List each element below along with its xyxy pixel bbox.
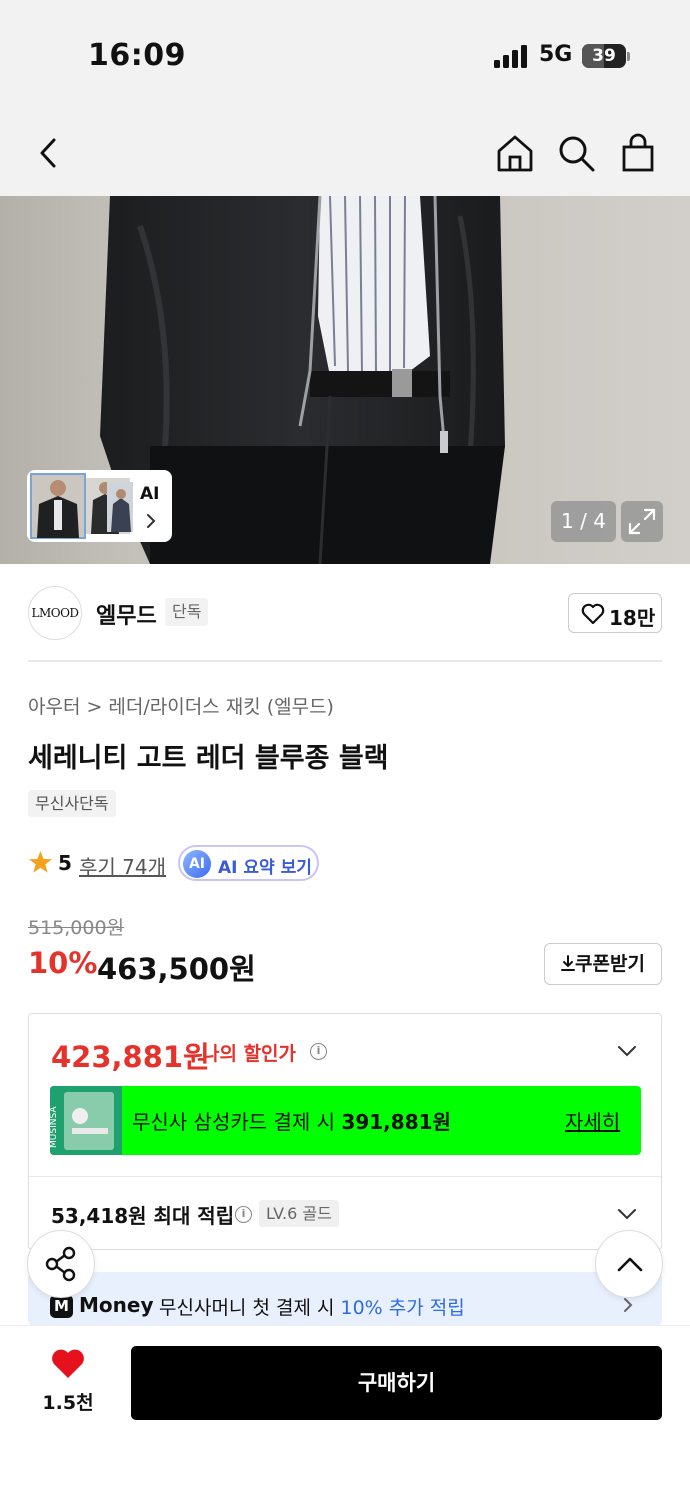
money-promo-prefix: 무신사머니 첫 결제 시 [159, 1297, 341, 1319]
shopping-bag-icon[interactable] [617, 132, 659, 174]
download-icon [561, 955, 576, 971]
heart-outline-icon [581, 603, 605, 625]
my-discount-price: 423,881원 [51, 1040, 210, 1074]
original-price: 515,000원 [28, 917, 125, 939]
product-title: 세레니티 고트 레더 블루종 블랙 [28, 743, 389, 774]
buy-button[interactable]: 구매하기 [131, 1346, 662, 1420]
discount-rate: 10% [28, 946, 98, 980]
brand-row: LMOOD 엘무드 단독 18만 [0, 580, 690, 650]
svg-text:MUSINSA: MUSINSA [50, 1106, 59, 1148]
card-discount-price: 391,881원 [341, 1110, 451, 1134]
breadcrumb-item-category[interactable]: 레더/라이더스 재킷 (엘무드) [108, 696, 334, 718]
rating-value: 5 [58, 851, 72, 875]
brand-logo[interactable]: LMOOD [28, 586, 82, 640]
member-level-tag: LV.6 골드 [259, 1200, 339, 1227]
status-time: 16:09 [88, 38, 186, 73]
chevron-down-icon[interactable] [617, 1045, 637, 1057]
network-type: 5G [539, 42, 573, 67]
chevron-down-icon[interactable] [617, 1208, 637, 1220]
card-detail-link[interactable]: 자세히 [565, 1106, 620, 1135]
musinsa-money-banner[interactable]: M Money 무신사머니 첫 결제 시 10% 추가 적립 [28, 1272, 662, 1326]
review-link[interactable]: 후기 74개 [79, 851, 166, 880]
expand-icon[interactable] [621, 501, 663, 542]
info-icon[interactable]: i [310, 1043, 327, 1060]
brand-like-count: 18만 [609, 606, 656, 630]
chevron-right-icon [147, 514, 156, 528]
money-promo-highlight: 10% 추가 적립 [340, 1297, 465, 1319]
brand-like-button[interactable]: 18만 [568, 593, 662, 633]
wishlist-button[interactable]: 1.5천 [28, 1348, 108, 1418]
breadcrumb: 아우터 > 레더/라이더스 재킷 (엘무드) [28, 692, 334, 719]
chevron-up-icon [617, 1257, 643, 1272]
breadcrumb-separator-icon: > [86, 696, 103, 718]
search-icon[interactable] [555, 132, 597, 174]
image-counter: 1 / 4 [551, 501, 616, 542]
brand-exclusive-tag: 단독 [165, 598, 209, 626]
coupon-download-label: 쿠폰받기 [575, 953, 645, 975]
info-icon[interactable]: i [235, 1206, 252, 1223]
card-discount-prefix: 무신사 삼성카드 결제 시 [132, 1110, 342, 1134]
divider [28, 660, 662, 662]
scroll-top-button[interactable] [595, 1230, 663, 1298]
ai-badge-icon: AI [183, 850, 211, 878]
share-icon [45, 1246, 76, 1282]
brand-name[interactable]: 엘무드 [96, 598, 157, 630]
status-bar: 16:09 5G 39 [0, 0, 690, 110]
card-discount-text: 무신사 삼성카드 결제 시 391,881원 [132, 1106, 451, 1135]
home-icon[interactable] [494, 132, 536, 174]
samsung-card-banner[interactable]: MUSINSA 무신사 삼성카드 결제 시 391,881원 자세히 [50, 1086, 641, 1155]
sale-price: 463,500원 [97, 952, 256, 986]
thumbnail-images [30, 473, 133, 539]
battery-tip [627, 52, 630, 61]
musinsa-card-image: MUSINSA [50, 1086, 122, 1155]
star-icon [29, 851, 52, 873]
divider [29, 1176, 661, 1177]
share-button[interactable] [27, 1230, 95, 1298]
signal-icon [494, 44, 530, 68]
heart-filled-icon [52, 1349, 84, 1378]
rating-row: 5 후기 74개 AI AI 요약 보기 [28, 845, 668, 881]
max-points: 53,418원 최대 적립 [51, 1204, 235, 1228]
ai-lookbook-thumbnail[interactable]: AI [27, 470, 172, 542]
battery-icon: 39 [582, 44, 626, 68]
ai-summary-label: AI 요약 보기 [218, 858, 312, 878]
coupon-download-button[interactable]: 쿠폰받기 [544, 943, 662, 985]
breadcrumb-item-outer[interactable]: 아우터 [28, 696, 80, 718]
benefit-box: 423,881원 나의 할인가 i MUSINSA 무신사 삼성카드 결제 시 … [28, 1013, 662, 1250]
my-discount-label: 나의 할인가 [202, 1043, 297, 1065]
thumbnail-ai-label: AI [140, 484, 160, 504]
chevron-left-icon[interactable] [28, 132, 70, 174]
wishlist-count: 1.5천 [42, 1392, 94, 1414]
money-promo-text: 무신사머니 첫 결제 시 10% 추가 적립 [159, 1293, 465, 1320]
exclusive-tag: 무신사단독 [28, 790, 116, 817]
battery-level: 39 [592, 46, 616, 66]
ai-summary-button[interactable]: AI AI 요약 보기 [178, 845, 319, 881]
top-nav [0, 110, 690, 196]
